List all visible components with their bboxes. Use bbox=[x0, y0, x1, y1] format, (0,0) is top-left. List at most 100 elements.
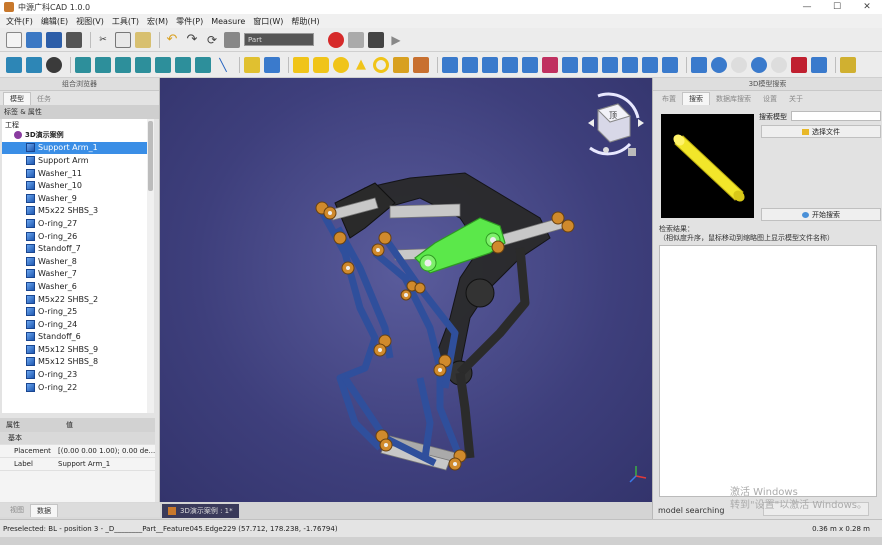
draw-style-icon[interactable] bbox=[46, 56, 62, 73]
cut-icon[interactable]: ✂ bbox=[95, 32, 111, 48]
tree-scrollbar[interactable] bbox=[147, 119, 154, 413]
tab-view[interactable]: 视图 bbox=[4, 504, 30, 516]
scrollbar-thumb[interactable] bbox=[148, 121, 153, 191]
tree-item[interactable]: Washer_11 bbox=[2, 167, 154, 180]
menu-window[interactable]: 窗口(W) bbox=[249, 16, 287, 27]
property-value[interactable]: [(0.00 0.00 1.00); 0.00 de... bbox=[58, 447, 155, 455]
menu-file[interactable]: 文件(F) bbox=[2, 16, 37, 27]
tree-item[interactable]: M5x12 SHBS_9 bbox=[2, 343, 154, 356]
whats-this-icon[interactable] bbox=[224, 31, 240, 48]
fit-all-icon[interactable] bbox=[6, 56, 22, 73]
menu-part[interactable]: 零件(P) bbox=[172, 16, 207, 27]
cut-boolean-icon[interactable] bbox=[711, 56, 727, 73]
search-results-list[interactable] bbox=[659, 245, 877, 497]
property-group[interactable]: 基本 bbox=[0, 432, 155, 445]
primitives-icon[interactable] bbox=[393, 56, 409, 73]
maximize-button[interactable]: ☐ bbox=[822, 2, 852, 12]
navigation-cube[interactable]: 顶 bbox=[588, 92, 644, 156]
view-isometric-icon[interactable] bbox=[75, 56, 91, 73]
view-front-icon[interactable] bbox=[95, 56, 111, 73]
new-file-icon[interactable] bbox=[6, 31, 22, 48]
loft-icon[interactable] bbox=[562, 56, 578, 73]
shape-builder-icon[interactable] bbox=[413, 56, 429, 73]
view-bottom-icon[interactable] bbox=[175, 56, 191, 73]
view-left-icon[interactable] bbox=[195, 56, 211, 73]
record-macro-icon[interactable] bbox=[328, 31, 344, 48]
tree-item[interactable]: Washer_6 bbox=[2, 280, 154, 293]
tree-item[interactable]: Washer_8 bbox=[2, 255, 154, 268]
tab-tasks[interactable]: 任务 bbox=[31, 93, 57, 105]
tree-item[interactable]: O-ring_26 bbox=[2, 230, 154, 243]
tab-settings[interactable]: 设置 bbox=[757, 93, 783, 105]
workbench-combo[interactable]: Part bbox=[244, 33, 314, 46]
sweep-icon[interactable] bbox=[582, 56, 598, 73]
save-icon[interactable] bbox=[46, 31, 62, 48]
model-tree[interactable]: 工程 3D演示案例 Support Arm_1 Support Arm Washer… bbox=[2, 119, 154, 413]
stop-macro-icon[interactable] bbox=[348, 31, 364, 48]
tab-search[interactable]: 搜索 bbox=[682, 92, 710, 105]
menu-view[interactable]: 视图(V) bbox=[72, 16, 108, 27]
measure-icon[interactable]: ╲ bbox=[215, 57, 231, 73]
tree-item[interactable]: O-ring_22 bbox=[2, 381, 154, 394]
document-tab[interactable]: 3D演示案例 : 1* bbox=[162, 503, 239, 518]
macro-search-icon[interactable] bbox=[840, 56, 856, 73]
revolve-icon[interactable] bbox=[462, 56, 478, 73]
section-icon[interactable] bbox=[602, 56, 618, 73]
connect-icon[interactable] bbox=[771, 56, 787, 73]
boolean-icon[interactable] bbox=[691, 56, 707, 73]
tab-about[interactable]: 关于 bbox=[783, 93, 809, 105]
torus-icon[interactable] bbox=[373, 56, 389, 73]
tree-item[interactable]: O-ring_23 bbox=[2, 368, 154, 381]
mirror-icon[interactable] bbox=[482, 56, 498, 73]
tree-item[interactable]: Standoff_6 bbox=[2, 331, 154, 344]
tree-item[interactable]: M5x12 SHBS_8 bbox=[2, 356, 154, 369]
refresh-icon[interactable]: ⟳ bbox=[204, 32, 220, 48]
property-row-label[interactable]: Label Support Arm_1 bbox=[0, 458, 155, 471]
view-top-icon[interactable] bbox=[115, 56, 131, 73]
tree-item[interactable]: M5x22 SHBS_3 bbox=[2, 205, 154, 218]
paste-icon[interactable] bbox=[135, 31, 151, 48]
tree-item[interactable]: Support Arm_1 bbox=[2, 141, 154, 155]
menu-help[interactable]: 帮助(H) bbox=[287, 16, 323, 27]
edit-macro-icon[interactable] bbox=[368, 31, 384, 48]
cylinder-icon[interactable] bbox=[313, 56, 329, 73]
property-row-placement[interactable]: Placement [(0.00 0.00 1.00); 0.00 de... bbox=[0, 445, 155, 458]
tree-item[interactable]: M5x22 SHBS_2 bbox=[2, 293, 154, 306]
create-group-icon[interactable] bbox=[264, 56, 280, 73]
make-face-icon[interactable] bbox=[542, 56, 558, 73]
create-part-icon[interactable] bbox=[244, 56, 260, 73]
fuse-icon[interactable] bbox=[731, 56, 747, 73]
view-rear-icon[interactable] bbox=[155, 56, 171, 73]
tab-layout[interactable]: 布置 bbox=[656, 93, 682, 105]
start-search-button[interactable]: 开始搜索 bbox=[761, 208, 881, 221]
menu-macro[interactable]: 宏(M) bbox=[143, 16, 172, 27]
thickness-icon[interactable] bbox=[662, 56, 678, 73]
cone-icon[interactable]: ▲ bbox=[353, 57, 369, 73]
3d-viewport[interactable]: 顶 bbox=[160, 78, 652, 502]
compound-icon[interactable] bbox=[811, 56, 827, 73]
tree-root-item[interactable]: 3D演示案例 bbox=[2, 129, 154, 142]
menu-measure[interactable]: Measure bbox=[207, 17, 249, 26]
undo-icon[interactable]: ↶ bbox=[164, 32, 180, 48]
offset-icon[interactable] bbox=[642, 56, 658, 73]
print-icon[interactable] bbox=[66, 31, 82, 48]
tree-item[interactable]: O-ring_25 bbox=[2, 305, 154, 318]
minimize-button[interactable]: — bbox=[792, 2, 822, 12]
tab-data[interactable]: 数据 bbox=[30, 503, 58, 517]
copy-icon[interactable] bbox=[115, 31, 131, 48]
cube-icon[interactable] bbox=[293, 56, 309, 73]
tab-database-search[interactable]: 数据库搜索 bbox=[710, 93, 757, 105]
close-button[interactable]: ✕ bbox=[852, 2, 882, 12]
fit-selection-icon[interactable] bbox=[26, 56, 42, 73]
property-value[interactable]: Support Arm_1 bbox=[58, 460, 155, 468]
split-icon[interactable] bbox=[791, 56, 807, 73]
cross-sections-icon[interactable] bbox=[622, 56, 638, 73]
search-model-field[interactable] bbox=[791, 111, 881, 121]
open-file-icon[interactable] bbox=[26, 31, 42, 48]
sphere-icon[interactable] bbox=[333, 56, 349, 73]
chamfer-icon[interactable] bbox=[522, 56, 538, 73]
menu-edit[interactable]: 编辑(E) bbox=[37, 16, 72, 27]
menu-tools[interactable]: 工具(T) bbox=[108, 16, 143, 27]
extrude-icon[interactable] bbox=[442, 56, 458, 73]
run-macro-icon[interactable]: ▶ bbox=[388, 32, 404, 48]
